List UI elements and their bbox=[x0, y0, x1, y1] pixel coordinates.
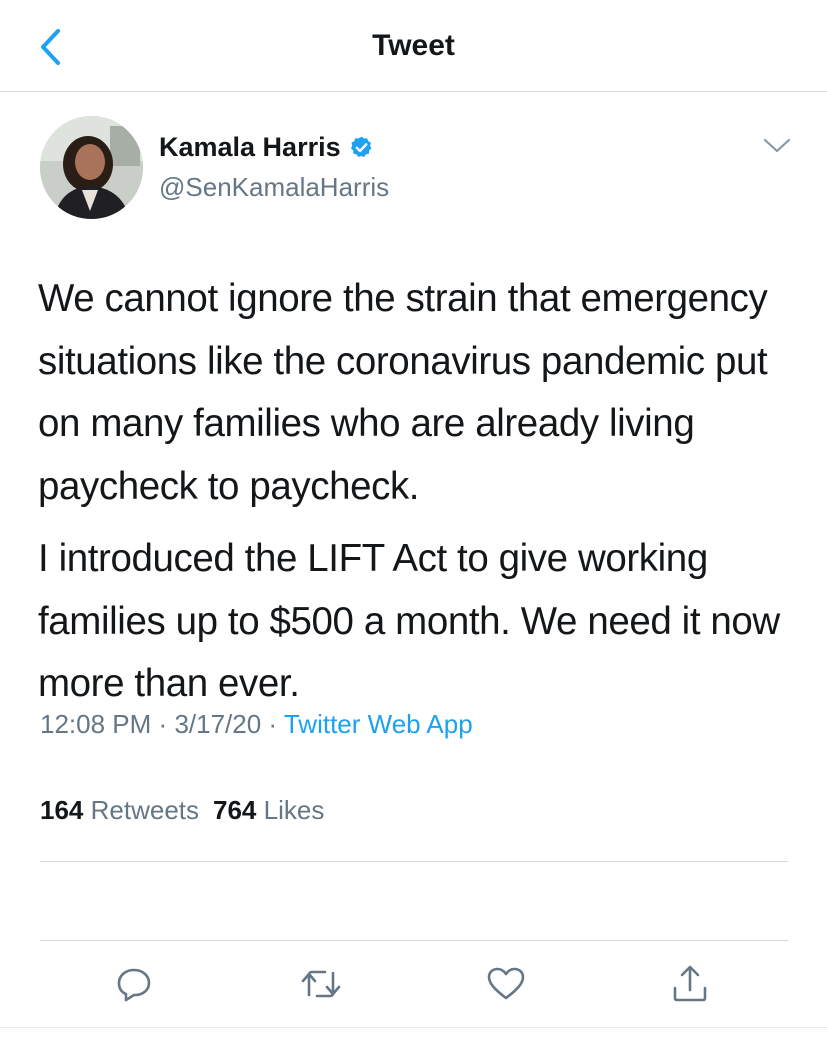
tweet-menu-button[interactable] bbox=[762, 136, 792, 156]
author-name-text: Kamala Harris bbox=[159, 132, 341, 162]
tweet-paragraph: We cannot ignore the strain that emergen… bbox=[38, 277, 768, 508]
retweet-icon bbox=[301, 970, 341, 998]
meta-separator: · bbox=[268, 709, 278, 739]
reply-button[interactable] bbox=[110, 960, 158, 1008]
retweets-label: Retweets bbox=[90, 795, 200, 825]
avatar-photo bbox=[40, 116, 143, 219]
meta-separator: · bbox=[158, 709, 168, 739]
tweet-metadata: 12:08 PM · 3/17/20 · Twitter Web App bbox=[40, 709, 473, 740]
action-bar bbox=[0, 960, 827, 1020]
share-button[interactable] bbox=[666, 960, 714, 1008]
tweet-paragraph: I introduced the LIFT Act to give workin… bbox=[38, 537, 780, 705]
divider bbox=[40, 861, 788, 862]
engagement-stats: 164 Retweets 764 Likes bbox=[40, 795, 324, 826]
tweet-time: 12:08 PM bbox=[40, 709, 152, 739]
divider bbox=[0, 1027, 827, 1028]
likes-label: Likes bbox=[263, 795, 325, 825]
retweets-count: 164 bbox=[40, 795, 84, 825]
author-handle[interactable]: @SenKamalaHarris bbox=[159, 172, 389, 203]
retweets-stat[interactable]: 164 Retweets bbox=[40, 795, 199, 825]
tweet-source-link[interactable]: Twitter Web App bbox=[284, 709, 473, 739]
share-icon bbox=[673, 965, 707, 1002]
chevron-down-icon bbox=[763, 138, 791, 153]
like-icon bbox=[487, 967, 525, 1000]
page-title: Tweet bbox=[372, 29, 455, 62]
author-display-name[interactable]: Kamala Harris bbox=[159, 132, 374, 163]
divider bbox=[40, 940, 788, 941]
likes-count: 764 bbox=[213, 795, 257, 825]
retweet-button[interactable] bbox=[297, 960, 345, 1008]
verified-badge-icon bbox=[350, 136, 372, 157]
top-bar: Tweet bbox=[0, 0, 827, 92]
reply-icon bbox=[117, 968, 151, 1002]
tweet-date: 3/17/20 bbox=[174, 709, 262, 739]
avatar[interactable] bbox=[40, 116, 143, 219]
likes-stat[interactable]: 764 Likes bbox=[213, 795, 324, 825]
like-button[interactable] bbox=[482, 960, 530, 1008]
tweet-text: We cannot ignore the strain that emergen… bbox=[38, 268, 808, 726]
